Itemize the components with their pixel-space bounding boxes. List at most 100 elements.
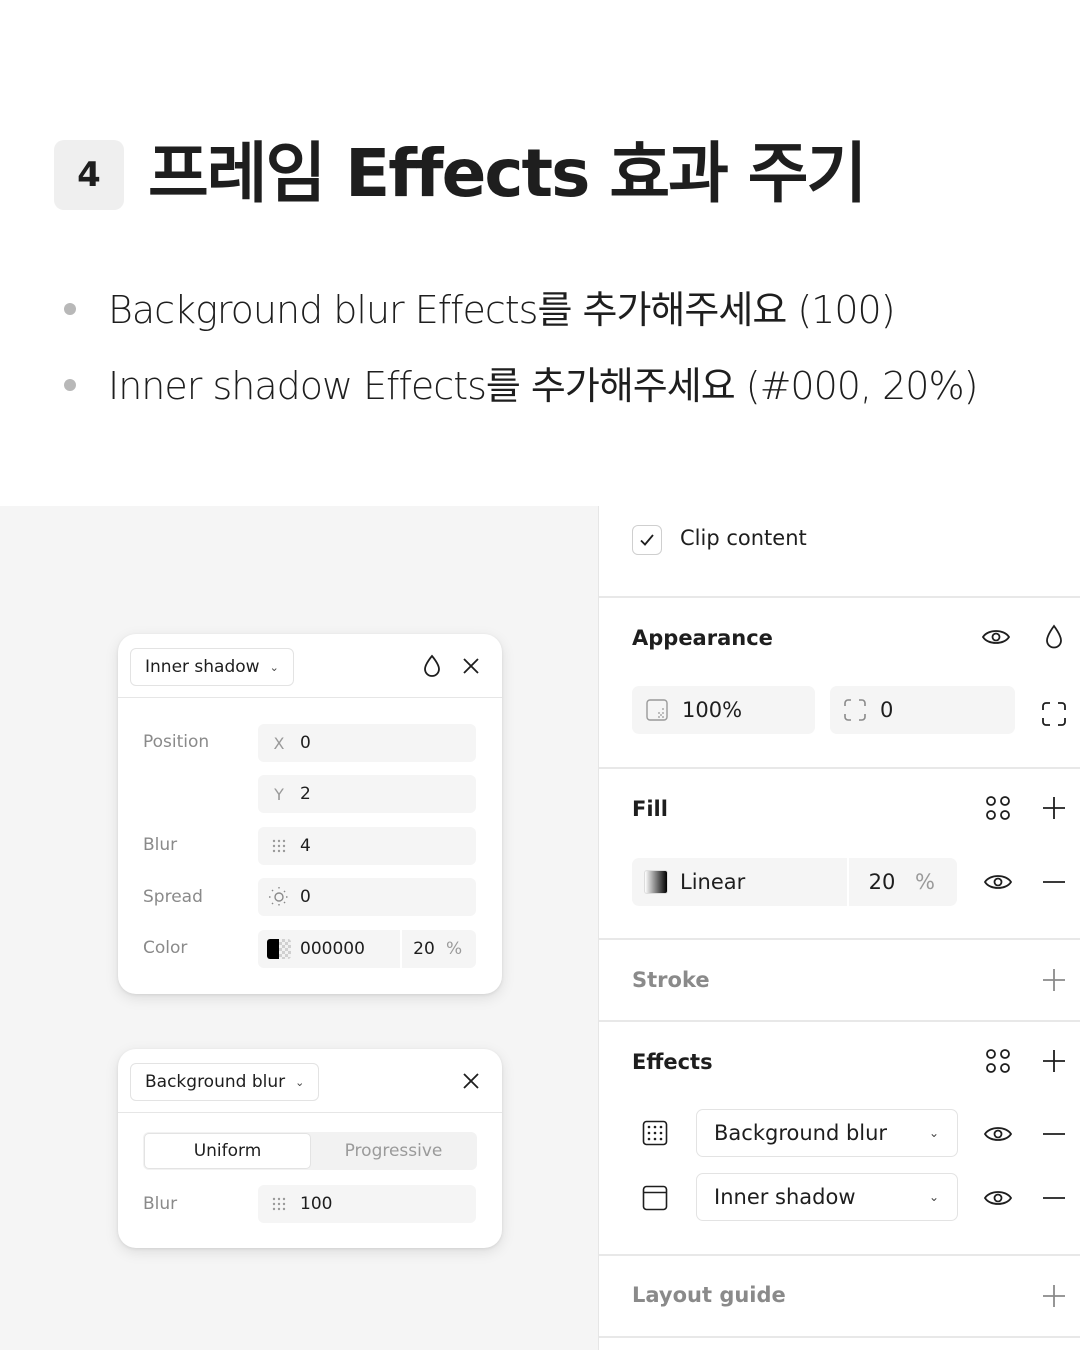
blend-mode-drop-icon[interactable] — [418, 652, 446, 680]
corner-radius-value: 0 — [880, 698, 894, 722]
percent-unit: % — [915, 870, 935, 894]
color-hex-value[interactable]: 000000 — [300, 939, 365, 959]
position-label: Position — [143, 732, 210, 752]
close-icon[interactable] — [457, 1067, 485, 1095]
color-opacity-value[interactable]: 20 — [402, 939, 446, 959]
corner-radius-field[interactable]: 0 — [830, 686, 1015, 734]
blur-dots-icon — [258, 1197, 300, 1211]
opacity-value: 100% — [682, 698, 743, 722]
inner-shadow-settings-popover: Inner shadow ⌄ Position X 0 Y 2 Blur 4 S… — [118, 634, 502, 994]
bullet-dot — [64, 379, 76, 391]
layout-guide-section: Layout guide — [599, 1256, 1080, 1338]
instruction-item: Inner shadow Effects를 추가해주세요 (#000, 20%) — [62, 348, 978, 424]
blur-dots-icon — [258, 839, 300, 853]
blur-value: 100 — [300, 1194, 333, 1214]
blur-label: Blur — [143, 835, 178, 855]
effect-type-select[interactable]: Background blur ⌄ — [130, 1063, 320, 1101]
fill-section: Fill Linear 20 % — [599, 769, 1080, 940]
y-value: 2 — [300, 784, 311, 804]
instruction-text: Inner shadow Effects를 추가해주세요 (#000, 20%) — [108, 364, 978, 408]
remove-fill-icon[interactable] — [1039, 867, 1069, 897]
instruction-item: Background blur Effects를 추가해주세요 (100) — [62, 272, 977, 348]
styles-grid-icon[interactable] — [983, 1046, 1013, 1076]
fill-field[interactable]: Linear 20 % — [632, 858, 957, 906]
effect-type-label: Background blur — [714, 1121, 888, 1145]
styles-grid-icon[interactable] — [983, 793, 1013, 823]
chevron-down-icon: ⌄ — [269, 660, 279, 674]
chevron-down-icon: ⌄ — [928, 1126, 939, 1140]
eye-icon[interactable] — [981, 622, 1011, 652]
spread-value: 0 — [300, 887, 311, 907]
popover-header: Background blur ⌄ — [118, 1049, 502, 1113]
clip-content-section: Clip content — [599, 506, 1080, 598]
layout-guide-title: Layout guide — [632, 1283, 786, 1307]
x-label: X — [273, 733, 285, 753]
instruction-list: Background blur Effects를 추가해주세요 (100) In… — [62, 272, 978, 424]
y-label: Y — [274, 784, 284, 804]
fill-title: Fill — [632, 797, 668, 821]
effect-type-select[interactable]: Inner shadow ⌄ — [130, 648, 294, 686]
effect-type-label: Background blur — [145, 1072, 286, 1092]
fill-opacity-value[interactable]: 20 — [849, 870, 915, 894]
popover-header: Inner shadow ⌄ — [118, 634, 502, 698]
clip-content-checkbox[interactable] — [632, 525, 662, 555]
effects-section: Effects Background blur ⌄ Inner shadow ⌄ — [599, 1022, 1080, 1256]
stroke-title: Stroke — [632, 968, 710, 992]
opacity-field[interactable]: 100% — [632, 686, 815, 734]
blur-field[interactable]: 4 — [258, 827, 476, 865]
effects-title: Effects — [632, 1050, 713, 1074]
instruction-text: Background blur Effects를 추가해주세요 (100) — [108, 288, 896, 332]
spread-field[interactable]: 0 — [258, 878, 476, 916]
page-title: 프레임 Effects 효과 주기 — [148, 135, 867, 212]
opacity-icon — [632, 698, 682, 722]
background-blur-settings-popover: Background blur ⌄ Uniform Progressive Bl… — [118, 1049, 502, 1248]
eye-icon[interactable] — [983, 867, 1013, 897]
x-value: 0 — [300, 733, 311, 753]
corner-radius-icon — [830, 698, 880, 722]
add-fill-icon[interactable] — [1039, 793, 1069, 823]
properties-panel: Clip content Appearance 100% 0 Fill Line… — [598, 506, 1080, 1350]
remove-effect-icon[interactable] — [1039, 1183, 1069, 1213]
chevron-down-icon: ⌄ — [295, 1075, 305, 1089]
clip-content-label: Clip content — [680, 526, 807, 550]
tab-progressive[interactable]: Progressive — [311, 1133, 476, 1169]
eye-icon[interactable] — [983, 1183, 1013, 1213]
tab-uniform[interactable]: Uniform — [144, 1133, 311, 1169]
step-number-badge: 4 — [54, 140, 124, 210]
appearance-title: Appearance — [632, 626, 773, 650]
blur-label: Blur — [143, 1194, 178, 1214]
effect-type-select[interactable]: Inner shadow ⌄ — [696, 1173, 958, 1221]
fill-type-value: Linear — [680, 870, 746, 894]
independent-corners-icon[interactable] — [1039, 699, 1069, 729]
blend-mode-drop-icon[interactable] — [1039, 622, 1069, 652]
y-position-field[interactable]: Y 2 — [258, 775, 476, 813]
add-layout-guide-icon[interactable] — [1039, 1281, 1069, 1311]
canvas-area: Inner shadow ⌄ Position X 0 Y 2 Blur 4 S… — [0, 506, 598, 1350]
eye-icon[interactable] — [983, 1119, 1013, 1149]
stroke-section: Stroke — [599, 940, 1080, 1022]
x-position-field[interactable]: X 0 — [258, 724, 476, 762]
bullet-dot — [64, 303, 76, 315]
checkmark-icon — [640, 534, 654, 546]
add-stroke-icon[interactable] — [1039, 965, 1069, 995]
color-label: Color — [143, 938, 188, 958]
color-swatch[interactable] — [267, 939, 291, 959]
add-effect-icon[interactable] — [1039, 1046, 1069, 1076]
effect-type-label: Inner shadow — [145, 657, 260, 677]
background-blur-icon[interactable] — [640, 1118, 670, 1148]
remove-effect-icon[interactable] — [1039, 1119, 1069, 1149]
inner-shadow-icon[interactable] — [640, 1183, 670, 1213]
blur-mode-segmented-control: Uniform Progressive — [143, 1132, 477, 1170]
effect-type-label: Inner shadow — [714, 1185, 856, 1209]
chevron-down-icon: ⌄ — [928, 1190, 939, 1204]
spread-sun-icon — [258, 886, 300, 908]
color-field[interactable]: 000000 20 % — [258, 930, 476, 968]
percent-unit: % — [446, 939, 463, 959]
appearance-section: Appearance 100% 0 — [599, 598, 1080, 769]
spread-label: Spread — [143, 887, 203, 907]
blur-value: 4 — [300, 836, 311, 856]
effect-type-select[interactable]: Background blur ⌄ — [696, 1109, 958, 1157]
close-icon[interactable] — [457, 652, 485, 680]
gradient-swatch[interactable] — [632, 870, 680, 894]
blur-field[interactable]: 100 — [258, 1185, 476, 1223]
